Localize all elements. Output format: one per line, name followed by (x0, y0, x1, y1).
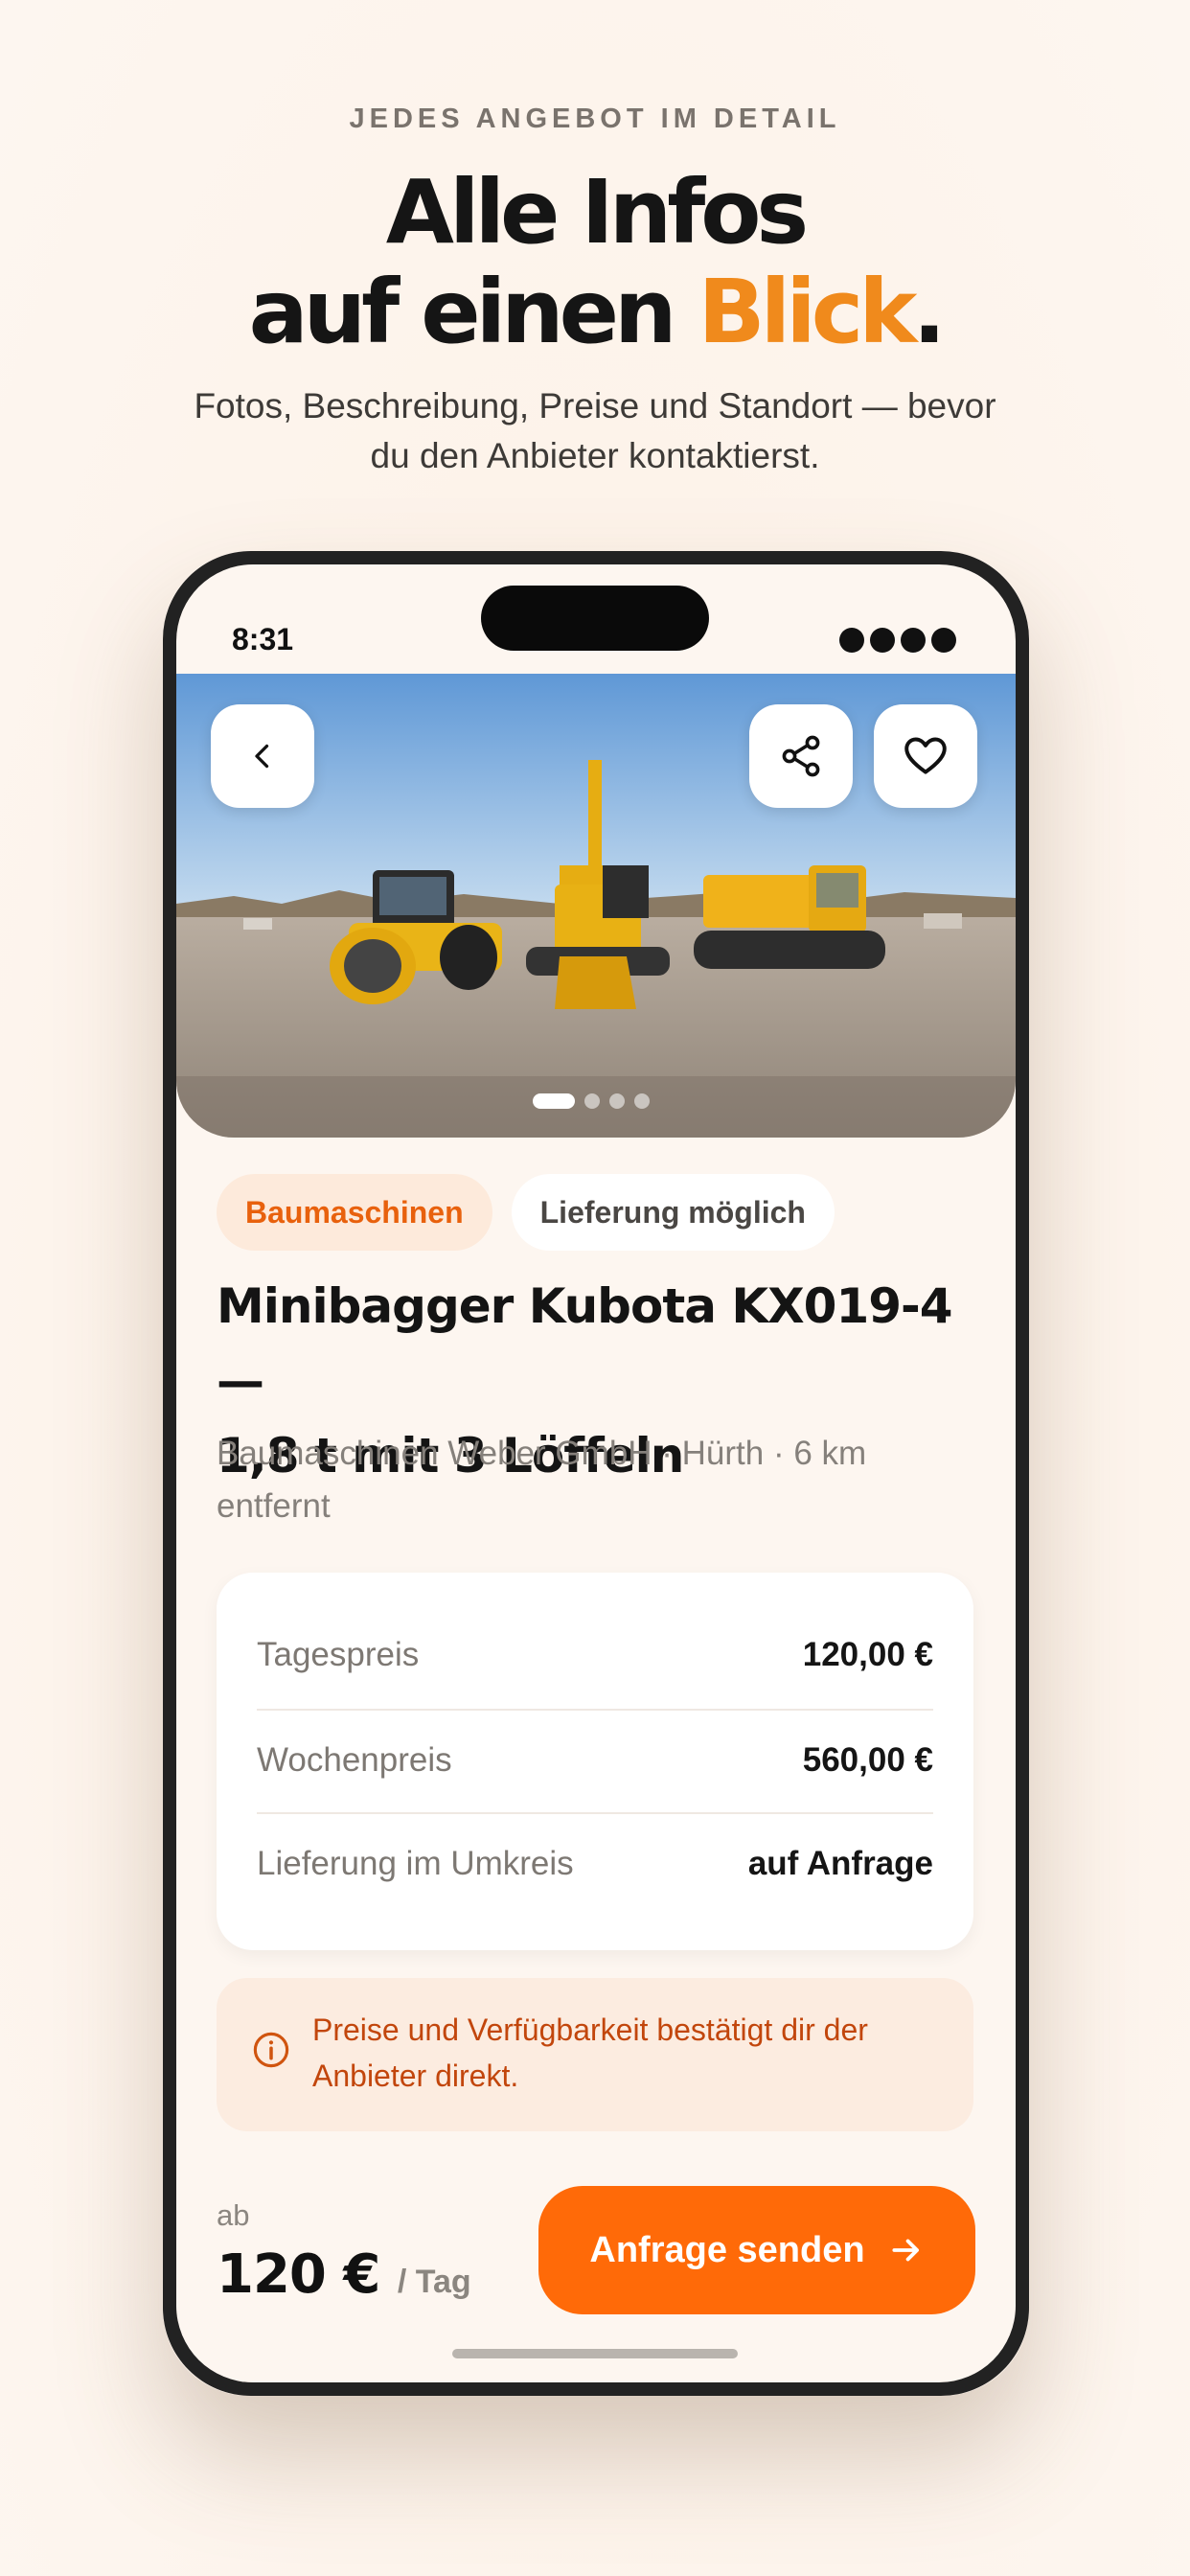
notice-line-1: Preise und Verfügbarkeit bestätigt dir d… (312, 2012, 868, 2047)
price-row-week: Wochenpreis 560,00 € (257, 1709, 933, 1812)
info-notice: Preise und Verfügbarkeit bestätigt dir d… (217, 1978, 973, 2131)
listing-meta-line-2: entfernt (217, 1487, 331, 1525)
headline-line-2-start: auf einen (248, 261, 698, 363)
promo-subhead: Fotos, Beschreibung, Preise und Standort… (0, 381, 1190, 481)
share-button[interactable] (749, 704, 853, 808)
status-time: 8:31 (232, 622, 294, 656)
price-label: Lieferung im Umkreis (257, 1845, 574, 1882)
price-label: Tagespreis (257, 1636, 420, 1673)
info-icon (253, 2032, 289, 2068)
headline-end: . (912, 261, 946, 363)
promo-headline: Alle Infos auf einen Blick. (0, 163, 1190, 362)
tag-chips: Baumaschinen Lieferung möglich (217, 1174, 835, 1251)
listing-title-line-1: Minibagger Kubota KX019-4 — (217, 1278, 953, 1409)
phone-frame: 8:31 Baumaschinen Lieferung möglich Mini… (163, 551, 1029, 2396)
notice-line-2: Anbieter direkt. (312, 2058, 519, 2093)
chevron-left-icon (255, 744, 269, 769)
headline-line-2: auf einen Blick. (0, 263, 1190, 362)
price-card: Tagespreis 120,00 € Wochenpreis 560,00 €… (217, 1573, 973, 1950)
dynamic-island (481, 586, 709, 651)
price-label: Wochenpreis (257, 1741, 452, 1779)
price-value: auf Anfrage (747, 1845, 933, 1882)
subhead-line-2: du den Anbieter kontaktierst. (370, 436, 820, 475)
carousel-dot[interactable] (584, 1093, 600, 1109)
delivery-chip: Lieferung möglich (511, 1174, 835, 1251)
price-value: 560,00 € (802, 1741, 933, 1779)
price-row-day: Tagespreis 120,00 € (257, 1603, 933, 1707)
share-icon (782, 735, 820, 777)
favorite-button[interactable] (874, 704, 977, 808)
signal-dots-icon (839, 628, 956, 653)
footer-price-value: 120 € (217, 2243, 380, 2306)
listing-meta: Baumaschinen Weber GmbH · Hürth · 6 km e… (217, 1427, 945, 1532)
carousel-dot[interactable] (609, 1093, 625, 1109)
carousel-indicator[interactable] (533, 1093, 650, 1109)
listing-meta-line-1: Baumaschinen Weber GmbH · Hürth · 6 km (217, 1435, 867, 1472)
arrow-right-icon (892, 2239, 919, 2262)
hero-image[interactable] (176, 674, 1016, 1138)
price-row-delivery: Lieferung im Umkreis auf Anfrage (257, 1812, 933, 1916)
price-value: 120,00 € (802, 1636, 933, 1673)
carousel-dot[interactable] (634, 1093, 650, 1109)
footer-price: 120 € / Tag (217, 2243, 471, 2306)
carousel-dot[interactable] (533, 1093, 575, 1109)
notice-text: Preise und Verfügbarkeit bestätigt dir d… (312, 2007, 935, 2099)
phone-screen: 8:31 Baumaschinen Lieferung möglich Mini… (176, 564, 1016, 2382)
heart-icon (904, 737, 947, 774)
promo-eyebrow: JEDES ANGEBOT IM DETAIL (349, 104, 841, 134)
send-request-button[interactable]: Anfrage senden (538, 2186, 975, 2314)
headline-line-1: Alle Infos (385, 161, 809, 264)
back-button[interactable] (211, 704, 314, 808)
footer-price-unit: / Tag (397, 2264, 471, 2300)
headline-accent: Blick (698, 261, 918, 363)
price-prefix: ab (217, 2198, 250, 2232)
home-indicator[interactable] (452, 2349, 738, 2358)
cta-label: Anfrage senden (589, 2229, 865, 2270)
subhead-line-1: Fotos, Beschreibung, Preise und Standort… (194, 386, 996, 426)
category-chip[interactable]: Baumaschinen (217, 1174, 492, 1251)
